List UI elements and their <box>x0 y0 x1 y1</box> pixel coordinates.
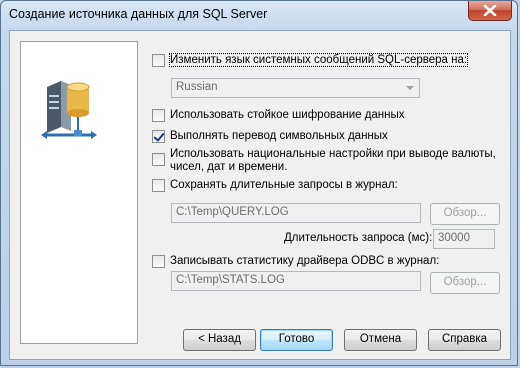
regional-settings-label[interactable]: Использовать национальные настройки при … <box>170 148 510 174</box>
change-language-label[interactable]: Изменить язык системных сообщений SQL-се… <box>168 53 469 67</box>
back-button-label: < Назад <box>198 333 241 345</box>
chevron-down-icon <box>406 86 414 90</box>
strong-encryption-label[interactable]: Использовать стойкое шифрование данных <box>170 109 405 121</box>
database-server-icon <box>41 81 97 139</box>
language-select-value: Russian <box>176 81 218 93</box>
dialog-content: Изменить язык системных сообщений SQL-се… <box>9 30 511 360</box>
window-title: Создание источника данных для SQL Server <box>9 7 268 21</box>
regional-settings-checkbox[interactable] <box>152 153 165 166</box>
change-language-checkbox[interactable] <box>152 54 165 67</box>
char-translation-checkbox[interactable] <box>152 130 165 143</box>
char-translation-label[interactable]: Выполнять перевод символьных данных <box>170 130 388 142</box>
cancel-button-label: Отмена <box>359 333 402 345</box>
driver-stats-label[interactable]: Записывать статистику драйвера ODBC в жу… <box>170 255 439 267</box>
query-log-path-input[interactable]: C:\Temp\QUERY.LOG <box>171 203 421 223</box>
stats-log-browse-label: Обзор... <box>443 276 487 288</box>
query-duration-input[interactable]: 30000 <box>433 229 495 249</box>
stats-log-path-input[interactable]: C:\Temp\STATS.LOG <box>171 271 421 291</box>
stats-log-browse-button[interactable]: Обзор... <box>430 272 500 294</box>
back-button[interactable]: < Назад <box>183 329 256 351</box>
query-log-browse-label: Обзор... <box>443 207 487 219</box>
finish-button-label: Готово <box>278 333 315 345</box>
dialog-window: Создание источника данных для SQL Server <box>0 0 518 366</box>
help-button[interactable]: Справка <box>428 329 501 351</box>
language-select[interactable]: Russian <box>171 78 420 98</box>
cancel-button[interactable]: Отмена <box>344 329 417 351</box>
driver-stats-checkbox[interactable] <box>152 255 165 268</box>
query-log-browse-button[interactable]: Обзор... <box>430 203 500 225</box>
strong-encryption-checkbox[interactable] <box>152 109 165 122</box>
save-long-queries-label[interactable]: Сохранять длительные запросы в журнал: <box>170 179 398 191</box>
close-icon <box>483 5 497 16</box>
finish-button[interactable]: Готово <box>260 329 333 351</box>
save-long-queries-checkbox[interactable] <box>152 179 165 192</box>
close-button[interactable] <box>468 1 512 21</box>
wizard-image-panel <box>20 41 138 344</box>
help-button-label: Справка <box>441 333 488 345</box>
query-duration-label: Длительность запроса (мс): <box>284 232 433 244</box>
